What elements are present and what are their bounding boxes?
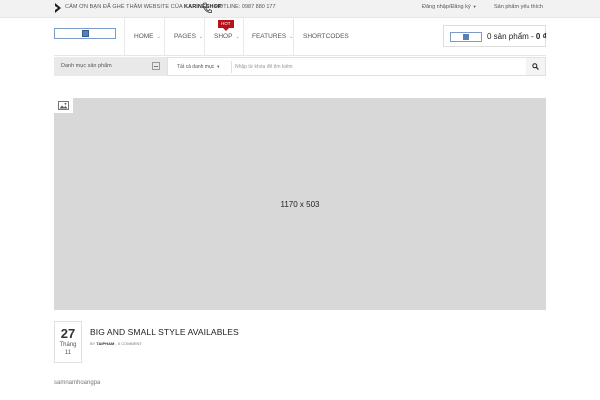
broken-image-icon xyxy=(82,30,89,37)
placeholder-dimensions: 1170 x 503 xyxy=(280,200,320,209)
chevron-down-icon: ⌄ xyxy=(198,34,204,40)
collapse-icon xyxy=(152,62,160,70)
nav-item-pages[interactable]: PAGES ⌄ xyxy=(164,18,204,55)
cart-button[interactable]: 0 sản phẩm - 0 ₫ xyxy=(443,25,547,47)
chevron-down-icon: ⌄ xyxy=(156,34,161,40)
category-select[interactable]: Tất cả danh mục ▼ xyxy=(177,64,220,70)
nav-item-shortcodes[interactable]: SHORTCODES xyxy=(293,18,353,55)
search-input[interactable] xyxy=(235,60,520,73)
post-title[interactable]: BIG AND SMALL STYLE AVAILABLES xyxy=(90,327,239,337)
caret-down-icon: ▼ xyxy=(472,4,477,9)
divider xyxy=(231,61,232,73)
chevron-down-icon: ⌄ xyxy=(235,34,240,40)
phone-icon xyxy=(202,2,212,13)
cart-summary: 0 sản phẩm - 0 ₫ xyxy=(487,32,547,41)
search-row: Danh mục sản phẩm Tất cả danh mục ▼ xyxy=(54,55,546,76)
hotline-text: HOTLINE: 0987 880 177 xyxy=(215,4,276,10)
cart-image xyxy=(450,32,482,42)
post-format-badge xyxy=(54,98,73,113)
nav-item-home[interactable]: HOME ⌄ xyxy=(124,18,164,55)
nav-item-features[interactable]: FEATURES ⌄ xyxy=(243,18,293,55)
post-meta: BY taipham - 0 comment xyxy=(90,341,142,346)
search-bar: Tất cả danh mục ▼ xyxy=(167,57,546,76)
product-category-button[interactable]: Danh mục sản phẩm xyxy=(54,57,167,76)
image-icon xyxy=(58,101,69,110)
cart-total: 0 ₫ xyxy=(535,32,547,41)
featured-image-placeholder[interactable]: 1170 x 503 xyxy=(54,98,546,310)
top-bar: CẢM ƠN BẠN ĐÃ GHÉ THĂM WEBSITE CỦA KARIN… xyxy=(0,0,600,18)
chevron-right-icon xyxy=(55,3,61,13)
post-comments[interactable]: - 0 comment xyxy=(114,341,141,346)
post-date-box: 27 Tháng 11 xyxy=(54,321,82,363)
broken-image-icon xyxy=(463,34,469,40)
search-icon xyxy=(532,63,539,70)
search-button[interactable] xyxy=(526,58,545,75)
welcome-text: CẢM ƠN BẠN ĐÃ GHÉ THĂM WEBSITE CỦA KARIN… xyxy=(65,4,222,10)
footer-text: samnamhoangpa xyxy=(54,380,101,386)
product-category-label: Danh mục sản phẩm xyxy=(61,63,112,69)
login-register-link[interactable]: Đăng nhập/Đăng ký ▼ xyxy=(422,4,477,10)
post-day: 27 xyxy=(60,326,76,341)
wishlist-link[interactable]: Sản phẩm yêu thích xyxy=(494,4,543,10)
post-month-label: Tháng xyxy=(59,342,77,348)
hot-badge: HOT xyxy=(218,20,234,31)
site-logo[interactable] xyxy=(54,28,116,39)
post-month-number: 11 xyxy=(64,350,72,356)
post-author[interactable]: taipham xyxy=(96,341,114,346)
caret-down-icon: ▼ xyxy=(216,64,221,69)
